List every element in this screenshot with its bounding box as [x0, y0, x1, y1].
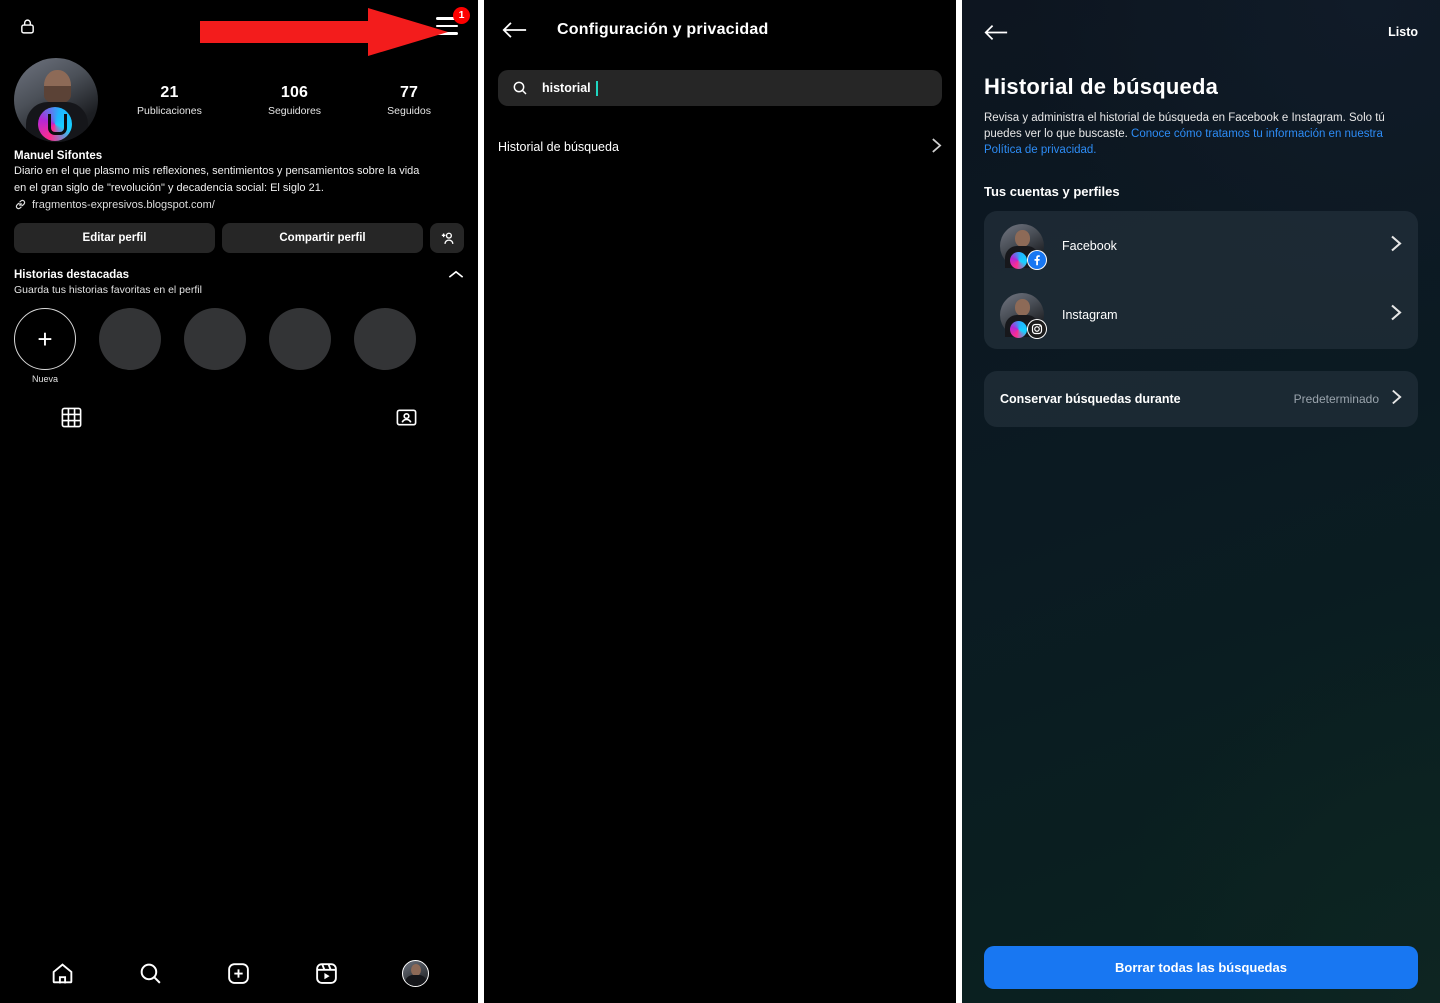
create-icon[interactable]: [226, 961, 251, 986]
bottom-navigation: [0, 943, 478, 1003]
profile-tabs: [0, 406, 478, 429]
instagram-profile-panel: 1 21 Publicaciones 106 Seguidores 77 Seg…: [0, 0, 478, 1003]
profile-link[interactable]: fragmentos-expresivos.blogspot.com/: [14, 198, 464, 211]
screenshot-root: 1 21 Publicaciones 106 Seguidores 77 Seg…: [0, 0, 1440, 1003]
lock-icon: [14, 13, 40, 39]
avatar: [1000, 223, 1047, 270]
stat-following[interactable]: 77 Seguidos: [387, 84, 431, 117]
search-history-panel: Listo Historial de búsqueda Revisa y adm…: [962, 0, 1440, 1003]
highlights-title: Historias destacadas: [14, 269, 130, 281]
chevron-right-icon: [1390, 303, 1402, 327]
highlights-header: Historias destacadas Guarda tus historia…: [14, 269, 464, 296]
delete-all-searches-button[interactable]: Borrar todas las búsquedas: [984, 946, 1418, 989]
link-icon: [14, 198, 27, 211]
highlights-section: Historias destacadas Guarda tus historia…: [0, 253, 478, 384]
stat-label: Seguidos: [387, 104, 431, 117]
tagged-icon[interactable]: [395, 406, 418, 429]
account-name: Facebook: [1062, 238, 1117, 253]
chevron-right-icon: [931, 137, 942, 158]
profile-topbar: 1: [0, 0, 478, 52]
profile-name: Manuel Sifontes: [14, 150, 103, 162]
profile-avatar[interactable]: [14, 58, 98, 142]
add-highlight-icon: +: [14, 308, 76, 370]
highlight-placeholder[interactable]: [269, 308, 331, 370]
highlight-placeholder[interactable]: [99, 308, 161, 370]
hamburger-menu-icon[interactable]: 1: [436, 7, 470, 36]
stat-value: 21: [160, 83, 179, 101]
highlights-circles: + Nueva: [14, 308, 464, 384]
instagram-icon: [1027, 318, 1047, 339]
avatar: [1000, 292, 1047, 339]
stat-posts[interactable]: 21 Publicaciones: [137, 84, 202, 117]
share-profile-button[interactable]: Compartir perfil: [222, 223, 423, 253]
notification-badge: 1: [453, 7, 470, 24]
keep-searches-value: Predeterminado: [1293, 392, 1379, 406]
stat-followers[interactable]: 106 Seguidores: [268, 84, 321, 117]
stat-label: Publicaciones: [137, 104, 202, 117]
profile-stats: 21 Publicaciones 106 Seguidores 77 Segui…: [98, 84, 464, 117]
page-title: Historial de búsqueda: [984, 74, 1219, 99]
chevron-up-icon[interactable]: [448, 269, 464, 282]
account-name: Instagram: [1062, 307, 1118, 322]
settings-search-input[interactable]: historial: [498, 70, 942, 106]
search-icon: [512, 80, 528, 96]
facebook-icon: [1027, 249, 1047, 270]
history-topbar: Listo: [962, 0, 1440, 64]
threads-icon[interactable]: [391, 15, 414, 38]
highlights-subtitle: Guarda tus historias favoritas en el per…: [14, 284, 202, 296]
chevron-right-icon: [1391, 388, 1402, 411]
accounts-card: Facebook Instagram: [984, 211, 1418, 349]
history-description: Revisa y administra el historial de búsq…: [962, 100, 1440, 158]
profile-bio-line-2: en el gran siglo de "revolución" y decad…: [14, 181, 324, 194]
back-arrow-icon[interactable]: [502, 20, 527, 40]
chevron-right-icon: [1390, 234, 1402, 258]
stat-value: 77: [399, 83, 419, 101]
add-person-icon: [439, 230, 456, 247]
highlight-placeholder[interactable]: [354, 308, 416, 370]
keep-searches-card[interactable]: Conservar búsquedas durante Predetermina…: [984, 371, 1418, 427]
search-input-value: historial: [542, 81, 591, 95]
text-caret: [595, 80, 598, 96]
keep-searches-row[interactable]: Conservar búsquedas durante Predetermina…: [984, 371, 1418, 427]
home-icon[interactable]: [50, 961, 75, 986]
stat-label: Seguidores: [267, 104, 322, 117]
accounts-section-title: Tus cuentas y perfiles: [984, 184, 1120, 199]
edit-profile-button[interactable]: Editar perfil: [14, 223, 215, 253]
search-icon[interactable]: [138, 961, 163, 986]
profile-header: 21 Publicaciones 106 Seguidores 77 Segui…: [0, 52, 478, 142]
search-result-item[interactable]: Historial de búsqueda: [484, 124, 956, 170]
highlight-new[interactable]: + Nueva: [14, 308, 76, 384]
grid-icon[interactable]: [60, 406, 83, 429]
settings-topbar: Configuración y privacidad: [484, 0, 956, 60]
profile-link-text: fragmentos-expresivos.blogspot.com/: [32, 198, 215, 211]
highlight-new-label: Nueva: [31, 374, 58, 384]
settings-search-panel: Configuración y privacidad historial His…: [484, 0, 956, 1003]
topbar-right-icons: 1: [391, 7, 470, 38]
profile-bio-line-1: Diario en el que plasmo mis reflexiones,…: [14, 165, 420, 177]
stat-value: 106: [280, 83, 309, 101]
settings-page-title: Configuración y privacidad: [557, 21, 769, 38]
search-result-label: Historial de búsqueda: [498, 140, 619, 154]
back-arrow-icon[interactable]: [984, 23, 1008, 42]
account-row-instagram[interactable]: Instagram: [984, 280, 1418, 349]
highlight-placeholder[interactable]: [184, 308, 246, 370]
profile-action-buttons: Editar perfil Compartir perfil: [0, 211, 478, 253]
profile-bio: Manuel Sifontes Diario en el que plasmo …: [0, 142, 478, 211]
keep-searches-label: Conservar búsquedas durante: [1000, 392, 1181, 406]
reels-icon[interactable]: [314, 961, 339, 986]
nav-profile-avatar-icon[interactable]: [401, 959, 429, 987]
done-button[interactable]: Listo: [1388, 25, 1418, 39]
add-person-button[interactable]: [430, 223, 464, 253]
account-row-facebook[interactable]: Facebook: [984, 211, 1418, 280]
